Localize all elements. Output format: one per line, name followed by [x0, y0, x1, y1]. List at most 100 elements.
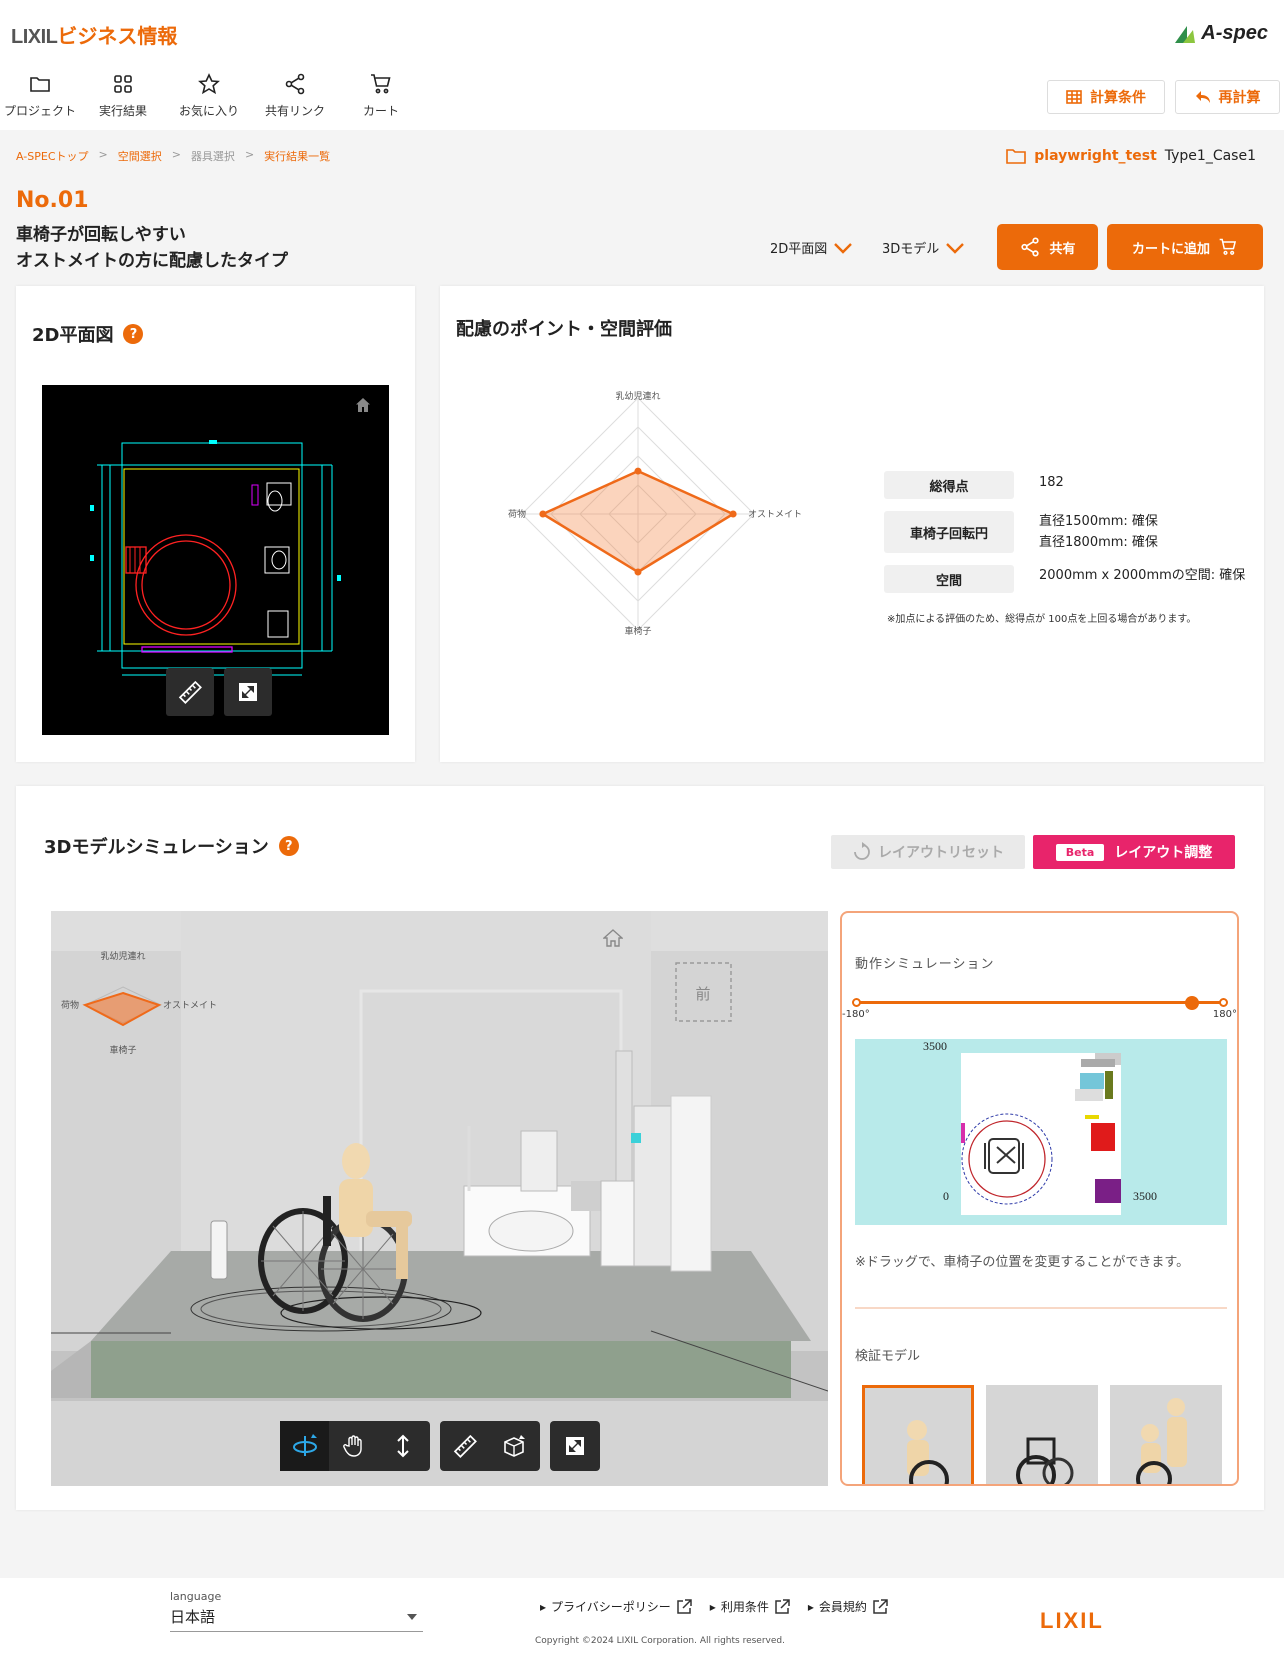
map-axis-top: 3500	[923, 1039, 947, 1053]
brand-lixil: LIXIL	[11, 26, 58, 48]
rotation-slider[interactable]	[852, 993, 1228, 1013]
radar-point	[539, 510, 547, 518]
radar-score-polygon	[540, 469, 736, 574]
external-link-icon	[775, 1598, 790, 1614]
pan-tool[interactable]	[329, 1421, 378, 1471]
wheelchair-user-thumbnail	[907, 1420, 949, 1484]
help-icon[interactable]: ?	[278, 836, 299, 856]
dropdown-3d-label: 3Dモデル	[882, 242, 940, 257]
nav-share-label: 共有リンク	[264, 104, 325, 118]
aspec-logo-text: A-spec	[1201, 22, 1268, 44]
radar-label-luggage: 荷物	[508, 508, 526, 520]
slider-handle[interactable]	[1184, 996, 1199, 1010]
help-icon[interactable]: ?	[123, 324, 144, 344]
mini-radar-infant: 乳幼児連れ	[100, 950, 145, 962]
lixil-business-logo[interactable]: LIXILビジネス情報	[11, 20, 177, 49]
space-label-text: 空間	[935, 573, 962, 589]
beta-badge: Beta	[1055, 843, 1105, 861]
project-name[interactable]: playwright_test	[1034, 148, 1157, 164]
grid-icon	[114, 75, 132, 93]
model-wheelchair-with-caregiver[interactable]	[1110, 1385, 1222, 1484]
radar-label-wheelchair: 車椅子	[624, 625, 651, 637]
external-link-icon	[677, 1598, 692, 1614]
share-button[interactable]: 共有	[997, 224, 1098, 270]
add-to-cart-label: カートに追加	[1131, 241, 1210, 257]
language-label: language	[170, 1590, 222, 1603]
footer-links: ▸ プライバシーポリシー ▸ 利用条件 ▸ 会員規約	[540, 1598, 888, 1615]
aspec-logo[interactable]: A-spec	[1173, 22, 1268, 45]
vertical-move-tool[interactable]	[378, 1421, 427, 1471]
share-icon	[1021, 237, 1040, 257]
camera-toolbar	[280, 1421, 430, 1471]
front-view-label: 前	[695, 985, 710, 1003]
model-wheelchair-user[interactable]	[862, 1385, 974, 1484]
dropdown-2d-label: 2D平面図	[770, 242, 828, 257]
breadcrumb-space[interactable]: 空間選択	[118, 148, 162, 164]
copyright: Copyright ©2024 LIXIL Corporation. All r…	[535, 1636, 785, 1646]
measure-toolbar	[440, 1421, 540, 1471]
dropdown-3d-model[interactable]: 3Dモデル	[882, 238, 965, 257]
slider-max-label: 180°	[1212, 1009, 1237, 1020]
home-icon[interactable]	[356, 398, 370, 412]
main-nav: プロジェクト 実行結果 お気に入り 共有リンク カート	[0, 72, 424, 119]
radar-chart: 乳幼児連れ オストメイト 車椅子 荷物	[508, 390, 802, 637]
fullscreen-tool[interactable]	[550, 1421, 599, 1471]
calc-conditions-button[interactable]: 計算条件	[1047, 80, 1165, 114]
3d-model-viewer[interactable]: 前 乳幼児連れ オストメイト 車椅子 荷物	[51, 911, 828, 1486]
breadcrumb-top[interactable]: A-SPECトップ	[16, 148, 89, 164]
ruler-icon	[453, 1434, 477, 1458]
layout-reset-button[interactable]: レイアウトリセット	[831, 835, 1025, 869]
orbit-tool[interactable]	[280, 1421, 329, 1471]
add-to-cart-button[interactable]: カートに追加	[1107, 224, 1263, 270]
aspec-logo-icon	[1175, 25, 1196, 43]
simulation-title: 3Dモデルシミュレーション ?	[44, 833, 299, 859]
recalculate-button[interactable]: 再計算	[1175, 80, 1280, 114]
nav-cart[interactable]: カート	[338, 72, 424, 119]
dropdown-2d-plan[interactable]: 2D平面図	[770, 238, 853, 257]
floor-plan-viewer[interactable]	[42, 385, 389, 735]
wheelchair-position[interactable]	[959, 1111, 1055, 1207]
nav-share-link[interactable]: 共有リンク	[252, 72, 338, 119]
total-score-label-text: 総得点	[929, 479, 969, 495]
nav-favorites[interactable]: お気に入り	[166, 72, 252, 119]
score-note: ※加点による評価のため、総得点が 100点を上回る場合があります。	[887, 614, 1197, 625]
expand-icon	[239, 683, 257, 701]
chevron-down-icon	[946, 242, 965, 254]
breadcrumb-results[interactable]: 実行結果一覧	[264, 148, 330, 164]
membership-terms-link[interactable]: ▸ 会員規約	[808, 1598, 888, 1615]
breadcrumb-separator: >	[244, 148, 255, 161]
fixture-sink	[1080, 1073, 1104, 1089]
fullscreen-button[interactable]	[224, 668, 272, 716]
3d-scene: 前 乳幼児連れ オストメイト 車椅子 荷物	[51, 911, 828, 1486]
ruler-tool[interactable]	[440, 1421, 489, 1471]
cart-icon	[371, 74, 391, 94]
language-select[interactable]: 日本語	[170, 1606, 423, 1632]
vertical-arrows-icon	[396, 1434, 409, 1458]
dropdown-arrow-icon	[407, 1614, 417, 1620]
turning-circle-1800: 直径1800mm: 確保	[1039, 535, 1158, 550]
reset-icon	[854, 842, 870, 860]
fixture-grab-bar	[1085, 1115, 1099, 1119]
nav-project[interactable]: プロジェクト	[0, 72, 80, 119]
measure-button[interactable]	[166, 668, 214, 716]
layout-adjust-button[interactable]: Beta レイアウト調整	[1033, 835, 1235, 869]
slider-min-label: -180°	[842, 1009, 870, 1020]
fullscreen-toolbar	[550, 1421, 600, 1471]
result-description: 車椅子が回転しやすい オストメイトの方に配慮したタイプ	[16, 222, 288, 274]
breadcrumb-separator: >	[98, 148, 108, 161]
map-axis-right: 3500	[1133, 1189, 1157, 1203]
privacy-policy-link[interactable]: ▸ プライバシーポリシー	[540, 1598, 692, 1615]
top-bar: LIXILビジネス情報 A-spec プロジェクト 実行結果 お気に入り 共有リ…	[0, 0, 1284, 130]
brand-business: ビジネス情報	[57, 26, 178, 48]
breadcrumb-fixtures: 器具選択	[190, 150, 235, 163]
evaluation-title: 配慮のポイント・空間評価	[456, 315, 672, 341]
share-label: 共有	[1049, 241, 1076, 257]
model-wheelchair-only[interactable]	[986, 1385, 1098, 1484]
section-tool[interactable]	[489, 1421, 538, 1471]
total-score-value: 182	[1039, 472, 1064, 493]
terms-link[interactable]: ▸ 利用条件	[710, 1598, 790, 1615]
layout-map[interactable]: 3500 0 3500	[855, 1039, 1227, 1225]
result-line-2: オストメイトの方に配慮したタイプ	[16, 251, 288, 271]
nav-results[interactable]: 実行結果	[80, 72, 166, 119]
breadcrumb: A-SPECトップ > 空間選択 > 器具選択 > 実行結果一覧	[16, 148, 330, 164]
